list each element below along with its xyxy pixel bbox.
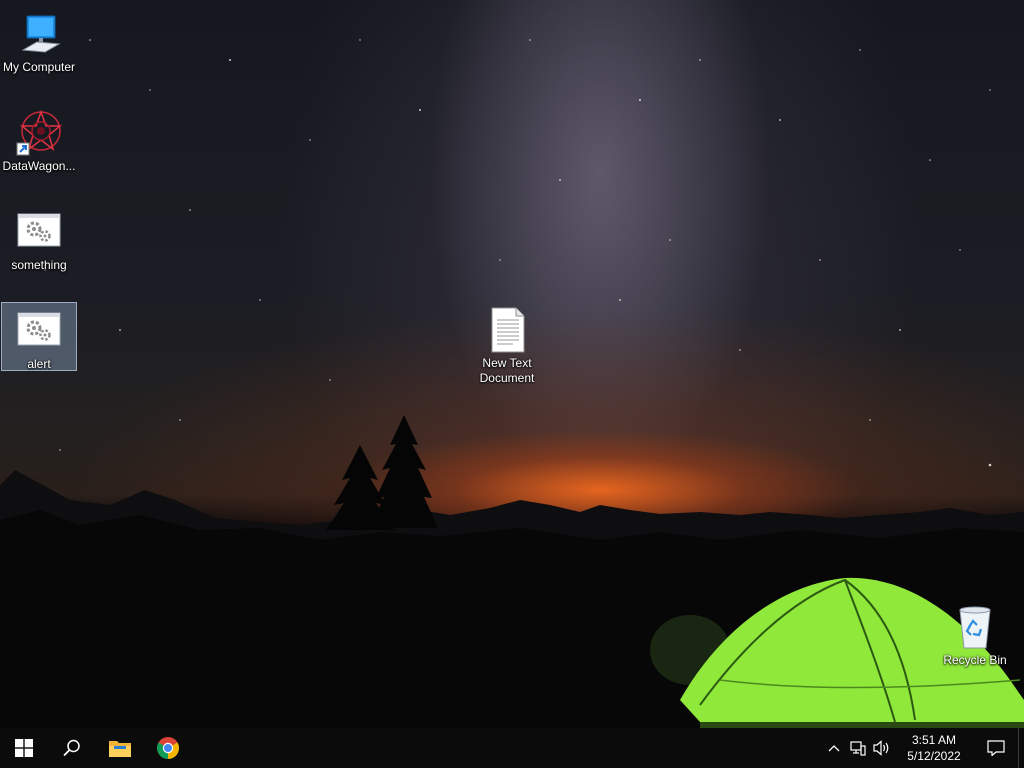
taskbar-clock[interactable]: 3:51 AM 5/12/2022 (898, 732, 970, 764)
desktop-icon-something[interactable]: something (1, 204, 77, 277)
desktop-icon-label: alert (27, 357, 51, 371)
volume-button[interactable] (870, 728, 894, 768)
windows-start-icon (15, 739, 33, 757)
clock-date: 5/12/2022 (907, 749, 961, 763)
desktop-icon-label: DataWagon... (2, 159, 76, 173)
system-tray: 3:51 AM 5/12/2022 (822, 728, 1024, 768)
chrome-icon (157, 737, 179, 759)
desktop-icon-datawagon[interactable]: DataWagon... (1, 105, 77, 178)
taskbar-file-explorer[interactable] (96, 728, 144, 768)
network-button[interactable] (846, 728, 870, 768)
desktop-icon-recycle-bin[interactable]: Recycle Bin (937, 599, 1013, 672)
stars (44, 39, 992, 467)
desktop-icon-label: Recycle Bin (943, 653, 1007, 667)
text-document-icon (483, 306, 531, 354)
show-hidden-icons-button[interactable] (822, 728, 846, 768)
gear-window-icon (15, 208, 63, 256)
taskbar-chrome[interactable] (144, 728, 192, 768)
taskbar: 3:51 AM 5/12/2022 (0, 728, 1024, 768)
desktop-icon-label: New Text Document (479, 356, 535, 385)
volume-icon (873, 740, 889, 756)
desktop-icon-alert[interactable]: alert (1, 302, 77, 371)
start-button[interactable] (0, 728, 48, 768)
desktop-icon-new-text-document[interactable]: New Text Document (469, 302, 545, 390)
desktop-icon-my-computer[interactable]: My Computer (1, 6, 77, 79)
recycle-bin-icon (951, 603, 999, 651)
gear-window-icon (15, 307, 63, 355)
show-desktop-button[interactable] (1018, 728, 1024, 768)
pine-trees (326, 415, 438, 530)
search-icon (63, 739, 80, 757)
chevron-up-icon (828, 745, 840, 752)
network-icon (850, 741, 866, 756)
desktop-icon-label: My Computer (2, 60, 76, 74)
action-center-button[interactable] (974, 728, 1018, 768)
clock-time: 3:51 AM (911, 733, 957, 747)
notification-center-icon (987, 740, 1005, 756)
search-button[interactable] (48, 728, 96, 768)
file-explorer-icon (109, 741, 131, 757)
desktop-icon-label: something (11, 258, 67, 272)
computer-icon (15, 10, 63, 58)
datawagon-shortcut-icon (15, 109, 63, 157)
